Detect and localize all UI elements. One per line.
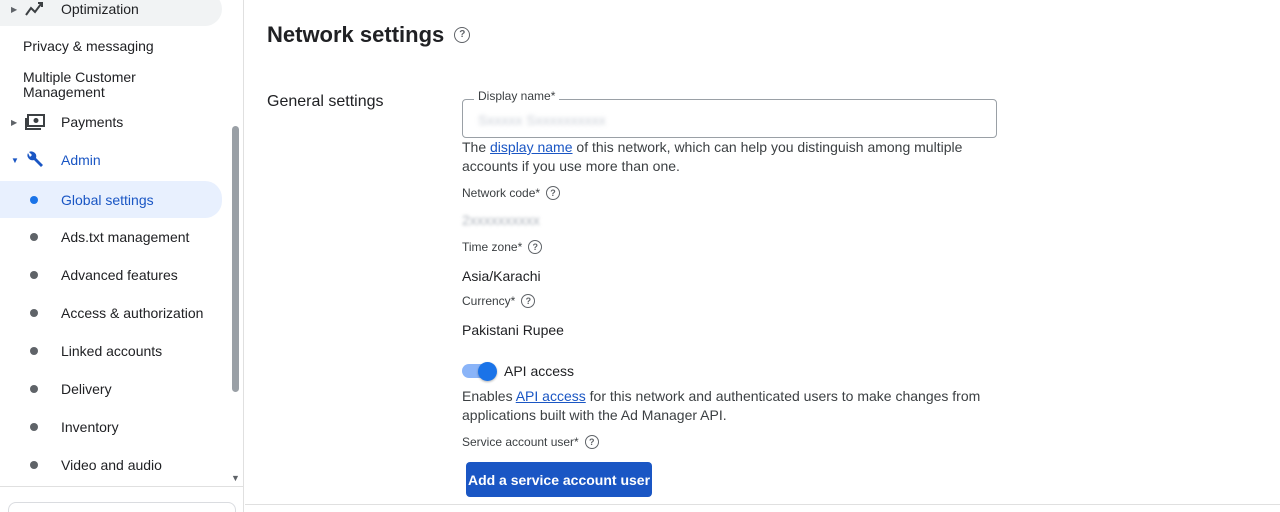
sidebar-scrollbar-thumb[interactable] bbox=[232, 126, 239, 392]
sidebar-item-label: Optimization bbox=[61, 1, 139, 17]
sidebar-item-label: Global settings bbox=[61, 191, 154, 208]
sidebar-item-label: Access & authorization bbox=[61, 305, 204, 321]
service-account-label: Service account user* ? bbox=[462, 435, 599, 449]
sidebar-item-label: Advanced features bbox=[61, 267, 178, 283]
main-content: Network settings ? General settings Disp… bbox=[245, 0, 1280, 512]
add-service-account-button[interactable]: Add a service account user bbox=[466, 462, 652, 497]
helper-text: The bbox=[462, 139, 491, 155]
page-title: Network settings ? bbox=[267, 22, 471, 48]
sidebar-item-label: Admin bbox=[61, 152, 101, 168]
help-icon[interactable]: ? bbox=[546, 186, 561, 200]
sidebar-item-label: Video and audio bbox=[61, 457, 162, 473]
sidebar-item-label: Delivery bbox=[61, 381, 112, 397]
sidebar-item-label: Linked accounts bbox=[61, 343, 163, 359]
toggle-knob bbox=[478, 362, 497, 381]
field-label: Network code* bbox=[462, 186, 541, 200]
sidebar-item-label: Ads.txt management bbox=[61, 229, 190, 245]
caret-right-icon: ▶ bbox=[11, 4, 18, 14]
bullet-icon bbox=[30, 309, 38, 317]
field-label: Service account user* bbox=[462, 435, 579, 449]
bottom-divider bbox=[245, 504, 1280, 505]
bullet-icon bbox=[30, 385, 38, 393]
sidebar-item-label: Inventory bbox=[61, 419, 119, 435]
network-code-value: 2xxxxxxxxxx bbox=[462, 212, 540, 228]
payments-icon bbox=[23, 112, 47, 132]
trend-line-icon bbox=[23, 0, 47, 19]
display-name-link[interactable]: display name bbox=[490, 139, 573, 155]
caret-down-icon: ▼ bbox=[11, 155, 19, 165]
page-title-text: Network settings bbox=[267, 22, 445, 47]
sidebar: ▶ Optimization Privacy & messaging Multi… bbox=[0, 0, 244, 512]
display-name-helper: The display name of this network, which … bbox=[462, 138, 982, 176]
currency-value: Pakistani Rupee bbox=[462, 322, 564, 338]
helper-text: Enables bbox=[462, 388, 516, 404]
help-icon[interactable]: ? bbox=[454, 27, 471, 43]
time-zone-label: Time zone* ? bbox=[462, 240, 543, 254]
display-name-value[interactable]: Sxxxxx Sxxxxxxxxxx bbox=[478, 112, 606, 128]
caret-right-icon: ▶ bbox=[11, 117, 18, 127]
wrench-icon bbox=[23, 150, 47, 170]
sidebar-item-label: Payments bbox=[61, 114, 124, 130]
scroll-down-arrow-icon[interactable]: ▼ bbox=[231, 473, 240, 483]
api-access-link[interactable]: API access bbox=[516, 388, 586, 404]
sidebar-item-label: Multiple Customer Management bbox=[23, 69, 136, 100]
currency-label: Currency* ? bbox=[462, 294, 536, 308]
bullet-icon bbox=[30, 233, 38, 241]
sidebar-footer-box bbox=[8, 502, 236, 512]
bullet-icon bbox=[30, 423, 38, 431]
network-code-label: Network code* ? bbox=[462, 186, 561, 200]
sidebar-item-global-settings[interactable]: Global settings bbox=[0, 181, 222, 218]
help-icon[interactable]: ? bbox=[584, 435, 599, 449]
bullet-icon bbox=[30, 461, 38, 469]
bullet-icon bbox=[30, 347, 38, 355]
display-name-label: Display name* bbox=[474, 89, 560, 103]
api-access-helper: Enables API access for this network and … bbox=[462, 387, 982, 425]
help-icon[interactable]: ? bbox=[521, 294, 536, 308]
time-zone-value: Asia/Karachi bbox=[462, 268, 541, 284]
api-access-toggle[interactable] bbox=[462, 362, 498, 381]
bullet-icon bbox=[30, 195, 38, 204]
api-access-label: API access bbox=[504, 363, 575, 379]
section-title: General settings bbox=[267, 93, 384, 110]
help-icon[interactable]: ? bbox=[528, 240, 543, 254]
bullet-icon bbox=[30, 271, 38, 279]
sidebar-item-label: Privacy & messaging bbox=[23, 37, 154, 54]
sidebar-item-optimization[interactable]: ▶ Optimization bbox=[0, 0, 222, 26]
field-label: Currency* bbox=[462, 294, 516, 308]
field-label: Time zone* bbox=[462, 240, 523, 254]
